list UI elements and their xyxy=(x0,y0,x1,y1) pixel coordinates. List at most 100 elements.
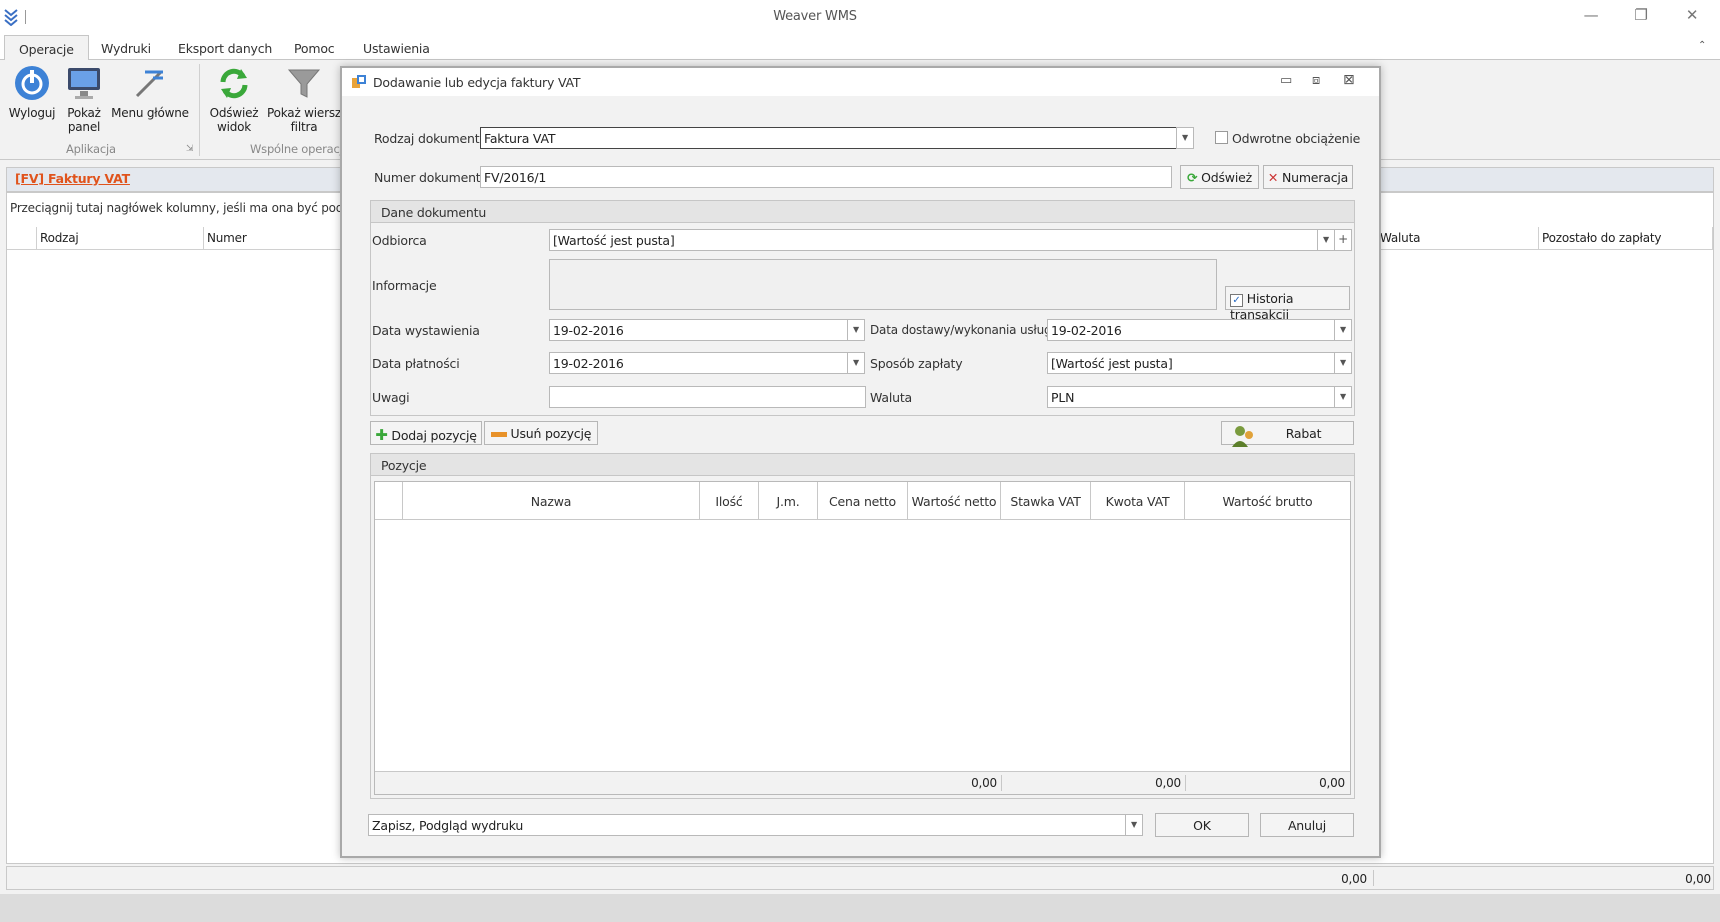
total-gross-value: 0,00 xyxy=(1319,776,1345,790)
tools-icon: ✕ xyxy=(1267,170,1279,185)
minimize-icon[interactable]: — xyxy=(1576,6,1606,26)
dialog-close-icon[interactable]: ⊠ xyxy=(1343,72,1355,88)
power-icon xyxy=(13,64,51,102)
dialog-launcher-icon[interactable]: ⇲ xyxy=(186,144,194,154)
total-net-value: 0,00 xyxy=(971,776,997,790)
user-icon xyxy=(1230,423,1256,449)
recipient-combo[interactable]: [Wartość jest pusta] xyxy=(549,229,1319,251)
ribbon-separator xyxy=(199,64,200,156)
column-header-rodzaj[interactable]: Rodzaj xyxy=(37,227,204,250)
column-header-numer[interactable]: Numer xyxy=(204,227,344,250)
footer-sum-2: 0,00 xyxy=(1685,872,1711,886)
app-title: Weaver WMS xyxy=(773,9,857,24)
payment-date-dropdown-icon[interactable]: ▼ xyxy=(847,352,865,374)
payment-method-combo[interactable]: [Wartość jest pusta] xyxy=(1047,352,1337,374)
currency-label: Waluta xyxy=(870,390,912,405)
doc-type-label: Rodzaj dokumentu xyxy=(374,131,488,146)
footer-divider-2 xyxy=(1185,775,1186,791)
recipient-add-icon[interactable]: + xyxy=(1334,229,1352,251)
column-header-waluta[interactable]: Waluta xyxy=(1377,227,1539,250)
info-textarea[interactable] xyxy=(549,259,1217,310)
restore-icon[interactable]: ❐ xyxy=(1626,6,1656,26)
refresh-number-button[interactable]: ⟳ Odśwież xyxy=(1180,165,1259,189)
recipient-dropdown-icon[interactable]: ▼ xyxy=(1317,229,1335,251)
positions-header-jm[interactable]: J.m. xyxy=(759,482,818,520)
footer-divider-1 xyxy=(1001,775,1002,791)
tab-eksport-danych[interactable]: Eksport danych xyxy=(178,41,272,56)
group-label-common: Wspólne operacje xyxy=(250,142,350,156)
minus-icon xyxy=(490,432,507,437)
delivery-date-input[interactable]: 19-02-2016 xyxy=(1047,319,1337,341)
close-icon[interactable]: ✕ xyxy=(1677,6,1707,26)
positions-header-stawka-vat[interactable]: Stawka VAT xyxy=(1001,482,1091,520)
show-filter-row-label-2: filtra xyxy=(290,120,318,134)
ok-button[interactable]: OK xyxy=(1155,813,1249,837)
positions-header-kwota-vat[interactable]: Kwota VAT xyxy=(1091,482,1185,520)
payment-date-input[interactable]: 19-02-2016 xyxy=(549,352,849,374)
payment-method-dropdown-icon[interactable]: ▼ xyxy=(1334,352,1352,374)
positions-row-indicator-header xyxy=(375,482,403,520)
grid-footer: 0,00 0,00 xyxy=(6,866,1714,890)
save-option-dropdown-icon[interactable]: ▼ xyxy=(1125,814,1143,836)
doc-type-combo[interactable]: Faktura VAT xyxy=(480,127,1180,149)
add-position-button[interactable]: ✚ Dodaj pozycję xyxy=(370,421,482,445)
remove-position-label: Usuń pozycję xyxy=(510,426,592,441)
notes-input[interactable] xyxy=(549,386,866,408)
discount-button[interactable]: Rabat xyxy=(1221,421,1354,447)
show-filter-row-button[interactable]: Pokaż wiersz filtra xyxy=(264,64,344,134)
dialog-minimize-icon[interactable]: ▭ xyxy=(1280,73,1292,88)
positions-header: Pozycje xyxy=(371,454,1354,476)
total-vat-value: 0,00 xyxy=(1155,776,1181,790)
tab-pomoc[interactable]: Pomoc xyxy=(294,41,335,56)
currency-combo[interactable]: PLN xyxy=(1047,386,1337,408)
dialog-maximize-icon[interactable]: ⧈ xyxy=(1312,73,1320,88)
reverse-charge-label[interactable]: Odwrotne obciążenie xyxy=(1232,131,1360,146)
cancel-button[interactable]: Anuluj xyxy=(1260,813,1354,837)
payment-method-label: Sposób zapłaty xyxy=(870,356,963,371)
positions-header-cena-netto[interactable]: Cena netto xyxy=(818,482,908,520)
collapse-ribbon-icon[interactable]: ⌃ xyxy=(1698,40,1706,51)
refresh-view-button[interactable]: Odśwież widok xyxy=(208,64,260,134)
logout-label: Wyloguj xyxy=(8,106,56,120)
column-header-pozostalo[interactable]: Pozostało do zapłaty xyxy=(1539,227,1713,250)
dialog-app-icon xyxy=(352,75,366,89)
tab-ustawienia[interactable]: Ustawienia xyxy=(363,41,430,56)
numbering-button[interactable]: ✕ Numeracja xyxy=(1263,165,1353,189)
positions-header-nazwa[interactable]: Nazwa xyxy=(403,482,700,520)
footer-divider xyxy=(1373,870,1374,886)
dialog-title-bar: Dodawanie lub edycja faktury VAT ▭ ⧈ ⊠ xyxy=(342,68,1379,96)
tab-wydruki[interactable]: Wydruki xyxy=(101,41,151,56)
row-indicator-header xyxy=(7,227,37,250)
invoice-dialog: Dodawanie lub edycja faktury VAT ▭ ⧈ ⊠ R… xyxy=(340,66,1381,858)
issue-date-dropdown-icon[interactable]: ▼ xyxy=(847,319,865,341)
numbering-label: Numeracja xyxy=(1281,170,1349,185)
plus-icon: ✚ xyxy=(375,426,388,444)
history-toggle[interactable]: ✓ Historia transakcji xyxy=(1225,286,1350,322)
notes-label: Uwagi xyxy=(372,390,410,405)
main-menu-button[interactable]: Menu główne xyxy=(110,64,190,120)
issue-date-input[interactable]: 19-02-2016 xyxy=(549,319,849,341)
doc-number-input[interactable]: FV/2016/1 xyxy=(480,166,1172,188)
show-panel-label-1: Pokaż xyxy=(67,106,101,120)
logout-button[interactable]: Wyloguj xyxy=(6,64,58,120)
remove-position-button[interactable]: Usuń pozycję xyxy=(484,421,598,445)
show-panel-button[interactable]: Pokaż panel xyxy=(62,64,106,134)
recipient-label: Odbiorca xyxy=(372,233,427,248)
positions-header-ilosc[interactable]: Ilość xyxy=(700,482,759,520)
refresh-number-label: Odśwież xyxy=(1201,170,1252,185)
save-option-combo[interactable]: Zapisz, Podgląd wydruku xyxy=(368,814,1128,836)
delivery-date-dropdown-icon[interactable]: ▼ xyxy=(1334,319,1352,341)
refresh-small-icon: ⟳ xyxy=(1187,170,1198,185)
tab-operacje[interactable]: Operacje xyxy=(4,35,89,61)
positions-header-wartosc-brutto[interactable]: Wartość brutto xyxy=(1185,482,1350,520)
show-filter-row-label-1: Pokaż wiersz xyxy=(267,106,341,120)
panel-title-link[interactable]: [FV] Faktury VAT xyxy=(15,171,130,186)
currency-dropdown-icon[interactable]: ▼ xyxy=(1334,386,1352,408)
doc-number-label: Numer dokumentu xyxy=(374,170,489,185)
delivery-date-label: Data dostawy/wykonania usługi xyxy=(870,323,1055,337)
doc-type-dropdown-icon[interactable]: ▼ xyxy=(1176,127,1194,149)
positions-header-wartosc-netto[interactable]: Wartość netto xyxy=(908,482,1001,520)
filter-icon xyxy=(285,64,323,102)
dialog-title: Dodawanie lub edycja faktury VAT xyxy=(373,75,581,90)
reverse-charge-checkbox[interactable] xyxy=(1215,131,1228,144)
